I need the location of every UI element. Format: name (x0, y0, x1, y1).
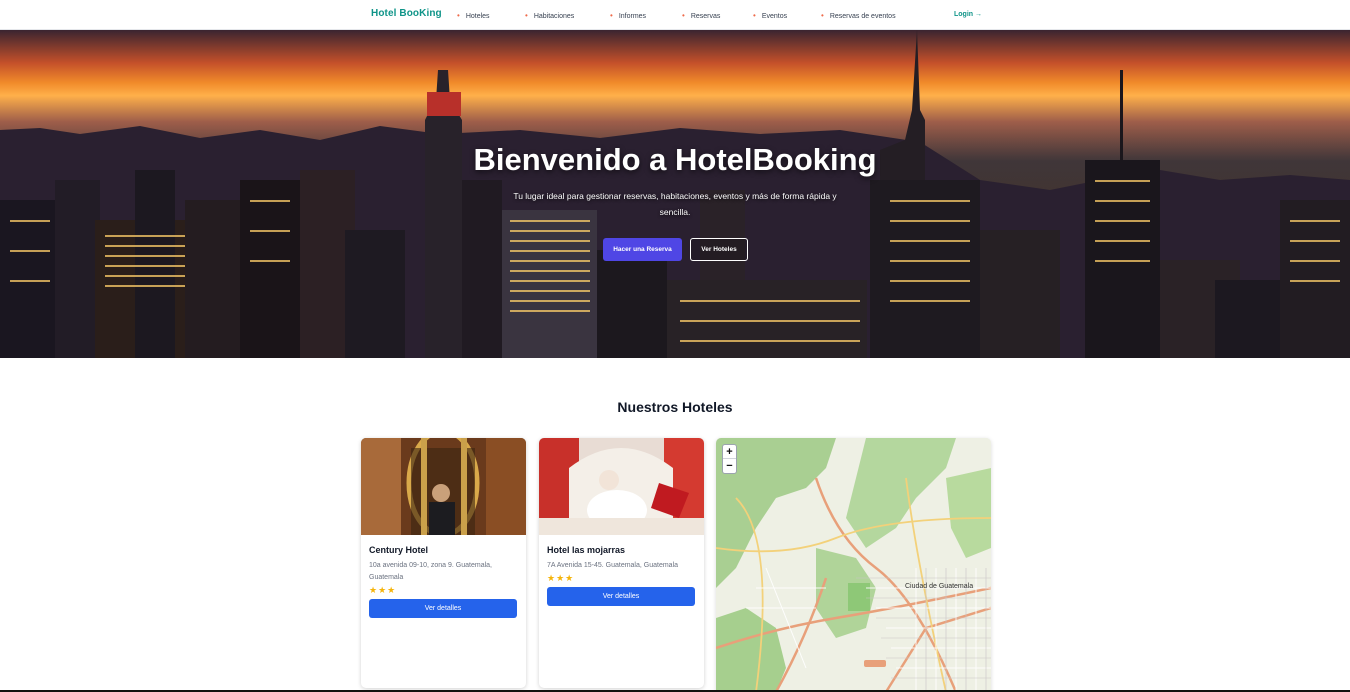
nav-item-eventos[interactable]: • Eventos (753, 11, 787, 20)
hotel-photo (361, 438, 526, 535)
bullet-icon: • (821, 11, 824, 20)
nav-label: Reservas (690, 13, 721, 20)
nav-label: Habitaciones (533, 13, 575, 20)
nav-label: Reservas de eventos (829, 13, 896, 20)
hero-banner: Bienvenido a HotelBooking Tu lugar ideal… (0, 30, 1350, 358)
navbar: Hotel BooKing • Hoteles • Habitaciones • In… (0, 0, 1350, 30)
nav-item-hoteles[interactable]: • Hoteles (457, 11, 490, 20)
nav-item-reservas[interactable]: • Reservas (682, 11, 720, 20)
nav-item-informes[interactable]: • Informes (610, 11, 646, 20)
hotel-address: 10a avenida 09-10, zona 9. Guatemala, Gu… (369, 562, 492, 581)
bullet-icon: • (753, 11, 756, 20)
map-city-label: Ciudad de Guatemala (905, 583, 974, 590)
brand-logo[interactable]: Hotel BooKing (371, 8, 442, 19)
hotel-address: 7A Avenida 15-45. Guatemala, Guatemala (547, 562, 679, 569)
nav-item-habitaciones[interactable]: • Habitaciones (525, 11, 574, 20)
hero-title: Bienvenido a HotelBooking (473, 142, 877, 177)
section-title: Nuestros Hoteles (617, 399, 733, 415)
bullet-icon: • (525, 11, 528, 20)
star-rating: ★★★ (369, 585, 397, 595)
nav-label: Hoteles (465, 13, 490, 20)
hotel-card: Century Hotel 10a avenida 09-10, zona 9.… (361, 438, 526, 688)
nav-item-reservas-eventos[interactable]: • Reservas de eventos (821, 11, 896, 20)
hero-subtitle: Tu lugar ideal para gestionar reservas, … (513, 191, 837, 217)
hotels-map[interactable]: + − Ciudad de Guatemala (716, 438, 991, 692)
zoom-control: + − (722, 444, 737, 474)
login-link[interactable]: Login → (954, 11, 982, 18)
bullet-icon: • (610, 11, 613, 20)
view-hotels-button[interactable]: Ver Hoteles (690, 238, 748, 261)
star-rating: ★★★ (547, 573, 575, 583)
nav-label: Eventos (761, 13, 788, 20)
hotel-card: Hotel las mojarras 7A Avenida 15-45. Gua… (539, 438, 704, 688)
hotel-photo (539, 438, 704, 535)
nav-label: Informes (618, 13, 647, 20)
make-reservation-button[interactable]: Hacer una Reserva (603, 238, 682, 261)
map-tiles (716, 438, 991, 692)
hotel-name: Hotel las mojarras (547, 545, 626, 555)
bullet-icon: • (457, 11, 460, 20)
view-details-button[interactable]: Ver detalles (547, 587, 695, 606)
hero-content: Bienvenido a HotelBooking Tu lugar ideal… (0, 30, 1350, 358)
zoom-in-button[interactable]: + (723, 445, 736, 459)
hotel-name: Century Hotel (369, 545, 429, 555)
bullet-icon: • (682, 11, 685, 20)
view-details-button[interactable]: Ver detalles (369, 599, 517, 618)
zoom-out-button[interactable]: − (723, 459, 736, 473)
